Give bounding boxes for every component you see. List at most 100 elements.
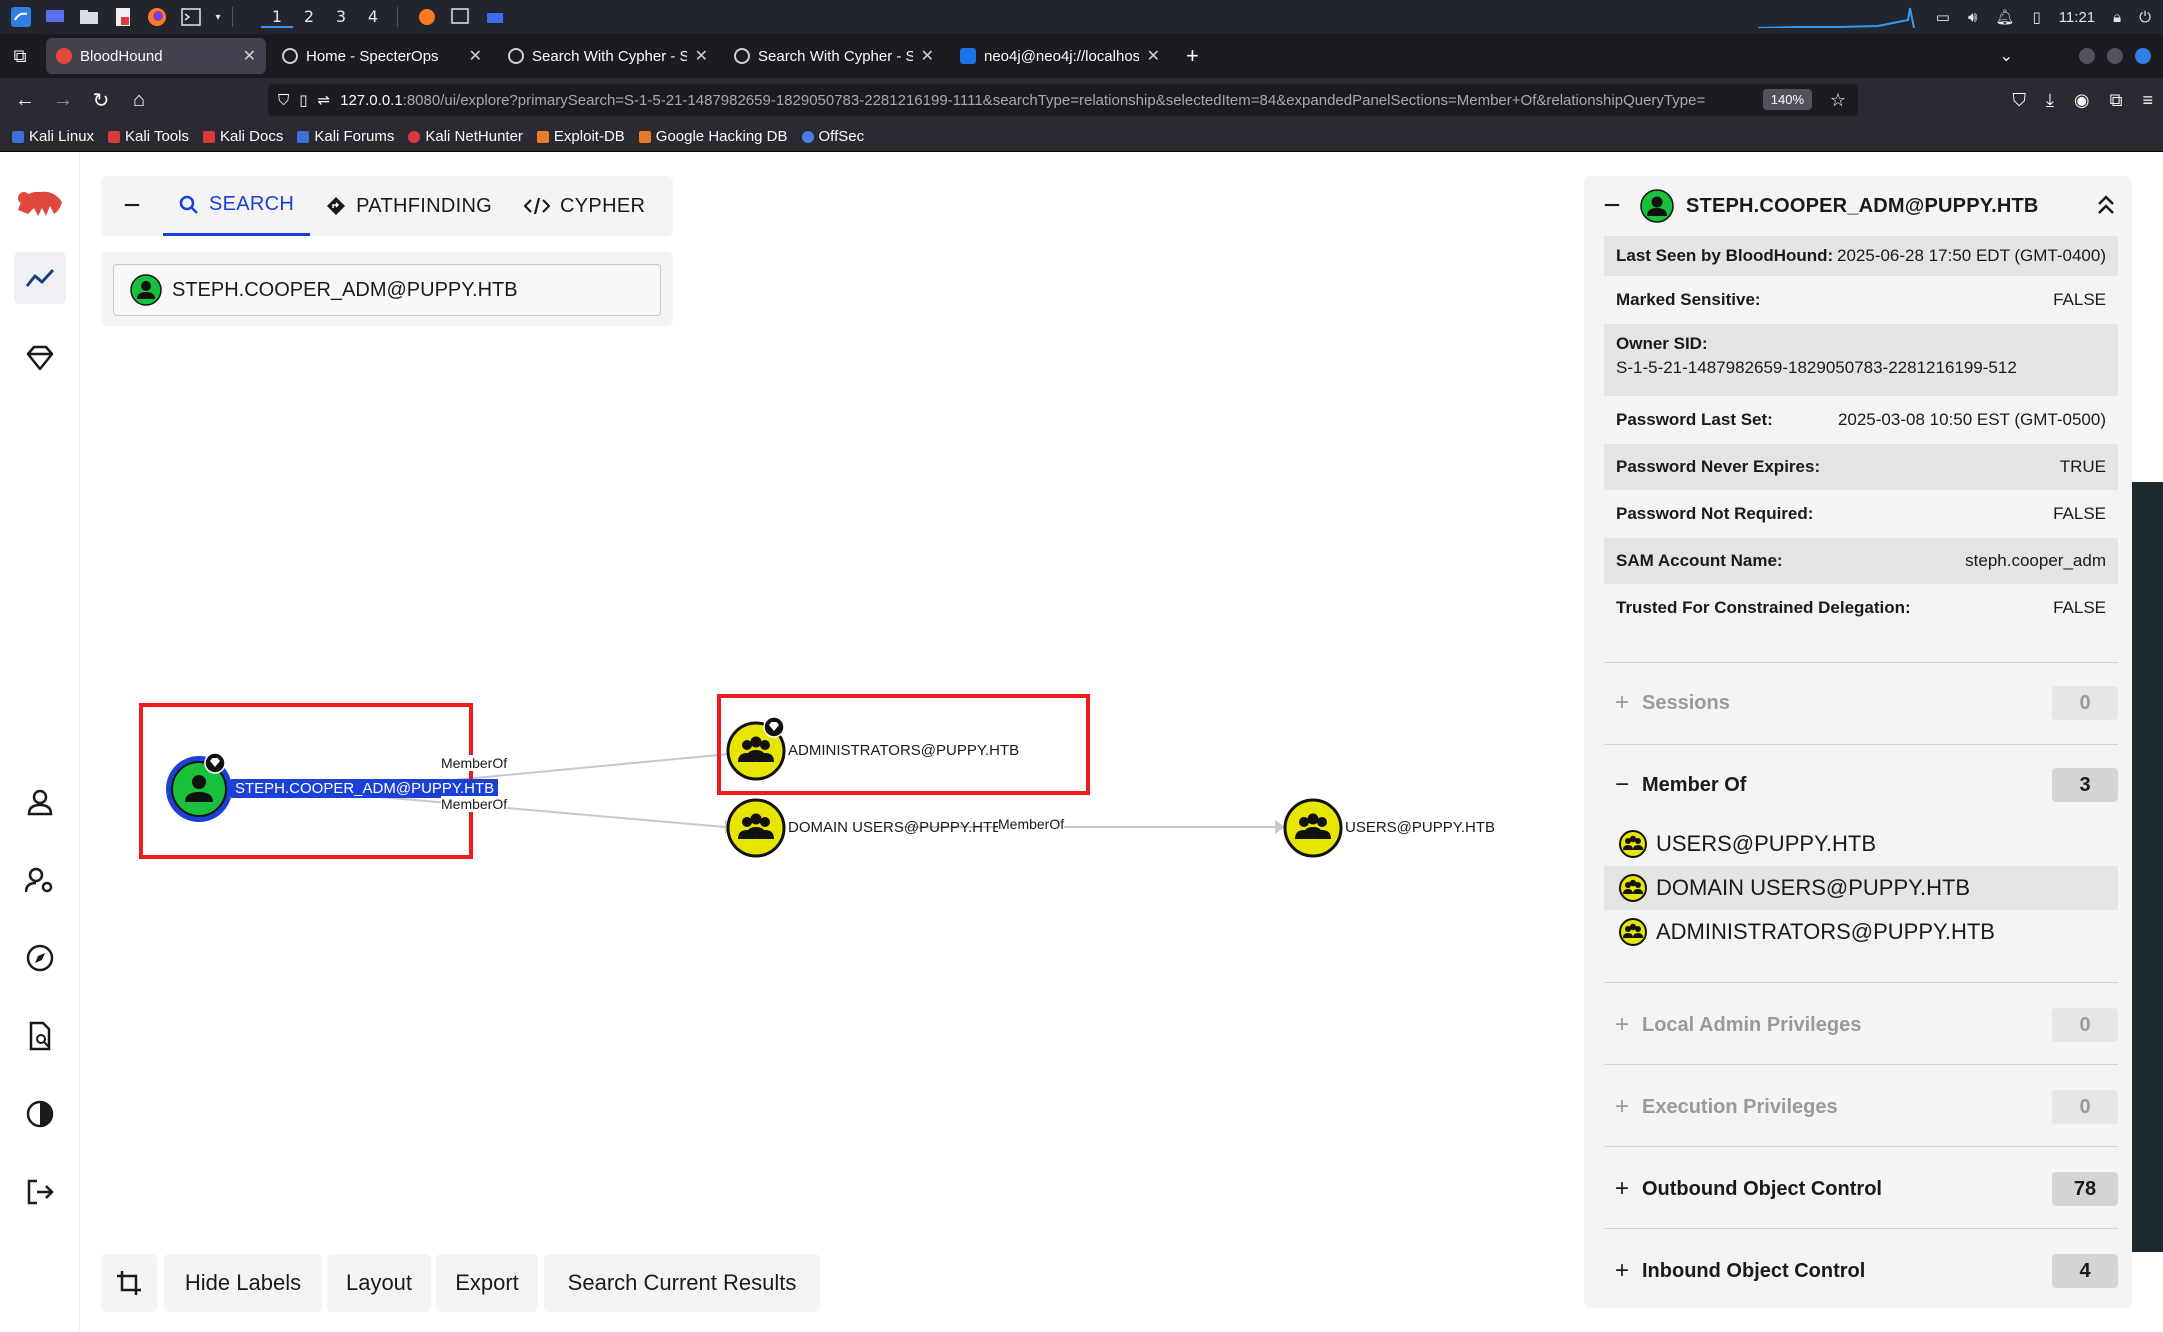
bookmark-kali-nethunter[interactable]: Kali NetHunter: [408, 128, 523, 145]
forward-icon[interactable]: →: [44, 89, 82, 112]
power-icon[interactable]: ⏻: [2139, 9, 2151, 26]
firefox-icon[interactable]: [144, 6, 170, 28]
layout-button[interactable]: Layout: [327, 1254, 431, 1312]
node-user[interactable]: [164, 752, 234, 829]
file-search-icon[interactable]: [14, 1010, 66, 1062]
lock-icon[interactable]: 🔒︎: [2113, 9, 2121, 26]
bookmark-exploit-db[interactable]: Exploit-DB: [536, 128, 625, 145]
bookmark-offsec[interactable]: OffSec: [801, 128, 864, 145]
tab-search[interactable]: SEARCH: [163, 176, 311, 236]
extensions-icon[interactable]: ⧉: [2110, 90, 2123, 111]
downloads-icon[interactable]: ⤓: [2046, 90, 2054, 111]
section-label: Member Of: [1642, 773, 1747, 796]
member-of-item[interactable]: ADMINISTRATORS@PUPPY.HTB: [1604, 910, 2118, 954]
bookmark-kali-linux[interactable]: Kali Linux: [12, 128, 94, 145]
collapse-entity-panel-button[interactable]: −: [1584, 189, 1640, 223]
dark-mode-icon[interactable]: [14, 1088, 66, 1140]
kali-menu-icon[interactable]: [8, 6, 34, 28]
crop-fit-button[interactable]: [101, 1254, 157, 1312]
tab-cypher[interactable]: CYPHER: [508, 176, 661, 236]
browser-tab-cypher-2[interactable]: Search With Cypher - Spe ✕: [724, 38, 944, 74]
profile-icon[interactable]: [14, 776, 66, 828]
search-current-results-button[interactable]: Search Current Results: [544, 1254, 820, 1312]
nethunter-icon: [408, 130, 421, 143]
section-outbound-control[interactable]: + Outbound Object Control 78: [1604, 1168, 2118, 1210]
attack-paths-gem-icon[interactable]: [14, 332, 66, 384]
file-manager-icon[interactable]: [76, 6, 102, 28]
folder-window-icon[interactable]: [482, 6, 508, 28]
hide-labels-button[interactable]: Hide Labels: [164, 1254, 322, 1312]
export-button[interactable]: Export: [436, 1254, 538, 1312]
workspace-2[interactable]: 2: [293, 7, 325, 28]
chevron-down-icon[interactable]: ▾: [212, 6, 224, 28]
collapse-panel-button[interactable]: −: [101, 176, 163, 236]
workspace-3[interactable]: 3: [325, 7, 357, 28]
minimize-icon[interactable]: [2079, 48, 2095, 64]
text-editor-icon[interactable]: [110, 6, 136, 28]
node-administrators[interactable]: [725, 716, 787, 787]
compass-icon[interactable]: [14, 932, 66, 984]
bookmark-kali-docs[interactable]: Kali Docs: [202, 128, 283, 145]
notifications-icon[interactable]: 🔔︎: [1995, 8, 2014, 26]
tab-pathfinding[interactable]: PATHFINDING: [310, 176, 508, 236]
browser-tab-neo4j[interactable]: neo4j@neo4j://localhost: ✕: [950, 38, 1170, 74]
bookmark-google-hacking-db[interactable]: Google Hacking DB: [638, 128, 788, 145]
section-member-of[interactable]: − Member Of 3: [1604, 764, 2118, 806]
terminal-window-icon[interactable]: [448, 6, 474, 28]
home-icon[interactable]: ⌂: [120, 89, 158, 112]
close-window-icon[interactable]: [2135, 48, 2151, 64]
browser-tab-bloodhound[interactable]: BloodHound ✕: [46, 38, 266, 74]
section-local-admin[interactable]: + Local Admin Privileges 0: [1604, 1004, 2118, 1046]
chevron-double-up-icon[interactable]: [2096, 192, 2116, 218]
close-tab-icon[interactable]: ✕: [243, 46, 256, 66]
page-info-icon[interactable]: ▯: [299, 91, 307, 109]
edge-label-memberof[interactable]: MemberOf: [998, 816, 1065, 832]
workspace-switcher[interactable]: 1 2 3 4: [261, 7, 389, 28]
user-settings-icon[interactable]: [14, 854, 66, 906]
back-icon[interactable]: ←: [6, 89, 44, 112]
node-domain-users[interactable]: [725, 797, 787, 864]
terminal-icon[interactable]: [178, 6, 204, 28]
account-icon[interactable]: ◉: [2074, 90, 2090, 111]
close-tab-icon[interactable]: ✕: [1147, 46, 1160, 66]
section-inbound-control[interactable]: + Inbound Object Control 4: [1604, 1250, 2118, 1292]
firefox-window-icon[interactable]: [414, 6, 440, 28]
app-menu-icon[interactable]: ≡: [2142, 90, 2153, 111]
bookmark-star-icon[interactable]: ☆: [1830, 90, 1846, 111]
new-tab-icon[interactable]: +: [1186, 43, 1199, 69]
member-of-item[interactable]: USERS@PUPPY.HTB: [1604, 822, 2118, 866]
logout-icon[interactable]: [14, 1166, 66, 1218]
browser-tab-cypher-1[interactable]: Search With Cypher - Spe ✕: [498, 38, 718, 74]
maximize-icon[interactable]: [2107, 48, 2123, 64]
desktop-icon[interactable]: [42, 6, 68, 28]
permissions-icon[interactable]: ⇌: [318, 91, 331, 109]
browser-tab-strip: ⧉ BloodHound ✕ Home - SpecterOps ✕ Searc…: [0, 34, 2163, 78]
close-tab-icon[interactable]: ✕: [695, 46, 708, 66]
search-input[interactable]: STEPH.COOPER_ADM@PUPPY.HTB: [113, 264, 661, 316]
close-tab-icon[interactable]: ✕: [469, 46, 482, 66]
zoom-level[interactable]: 140%: [1762, 89, 1812, 110]
close-tab-icon[interactable]: ✕: [921, 46, 934, 66]
shield-icon[interactable]: ⛉: [278, 92, 289, 109]
edge-label-memberof[interactable]: MemberOf: [441, 755, 508, 771]
bookmark-kali-forums[interactable]: Kali Forums: [297, 128, 394, 145]
section-sessions[interactable]: + Sessions 0: [1604, 682, 2118, 724]
volume-icon[interactable]: 🔊︎: [1968, 9, 1977, 26]
tab-overview-icon[interactable]: ⧉: [0, 46, 40, 67]
section-execution[interactable]: + Execution Privileges 0: [1604, 1086, 2118, 1128]
bloodhound-logo-icon[interactable]: [14, 176, 66, 228]
node-users[interactable]: [1282, 797, 1344, 864]
reload-icon[interactable]: ↻: [82, 88, 120, 113]
explore-icon[interactable]: [14, 252, 66, 304]
member-of-item[interactable]: DOMAIN USERS@PUPPY.HTB: [1604, 866, 2118, 910]
workspace-4[interactable]: 4: [357, 7, 389, 28]
url-bar[interactable]: ⛉ ▯ ⇌ 127.0.0.1:8080/ui/explore?primaryS…: [268, 84, 1858, 116]
tab-list-chevron-icon[interactable]: ⌄: [2000, 46, 2013, 66]
graph-canvas[interactable]: STEPH.COOPER_ADM@PUPPY.HTB ADMINISTRATOR…: [80, 152, 1580, 1332]
edge-label-memberof[interactable]: MemberOf: [441, 796, 508, 812]
bookmark-kali-tools[interactable]: Kali Tools: [108, 128, 189, 145]
browser-tab-specterops[interactable]: Home - SpecterOps ✕: [272, 38, 492, 74]
workspace-1[interactable]: 1: [261, 7, 293, 28]
display-icon[interactable]: ▭: [1936, 8, 1950, 26]
pocket-icon[interactable]: ⛉: [2012, 90, 2026, 111]
